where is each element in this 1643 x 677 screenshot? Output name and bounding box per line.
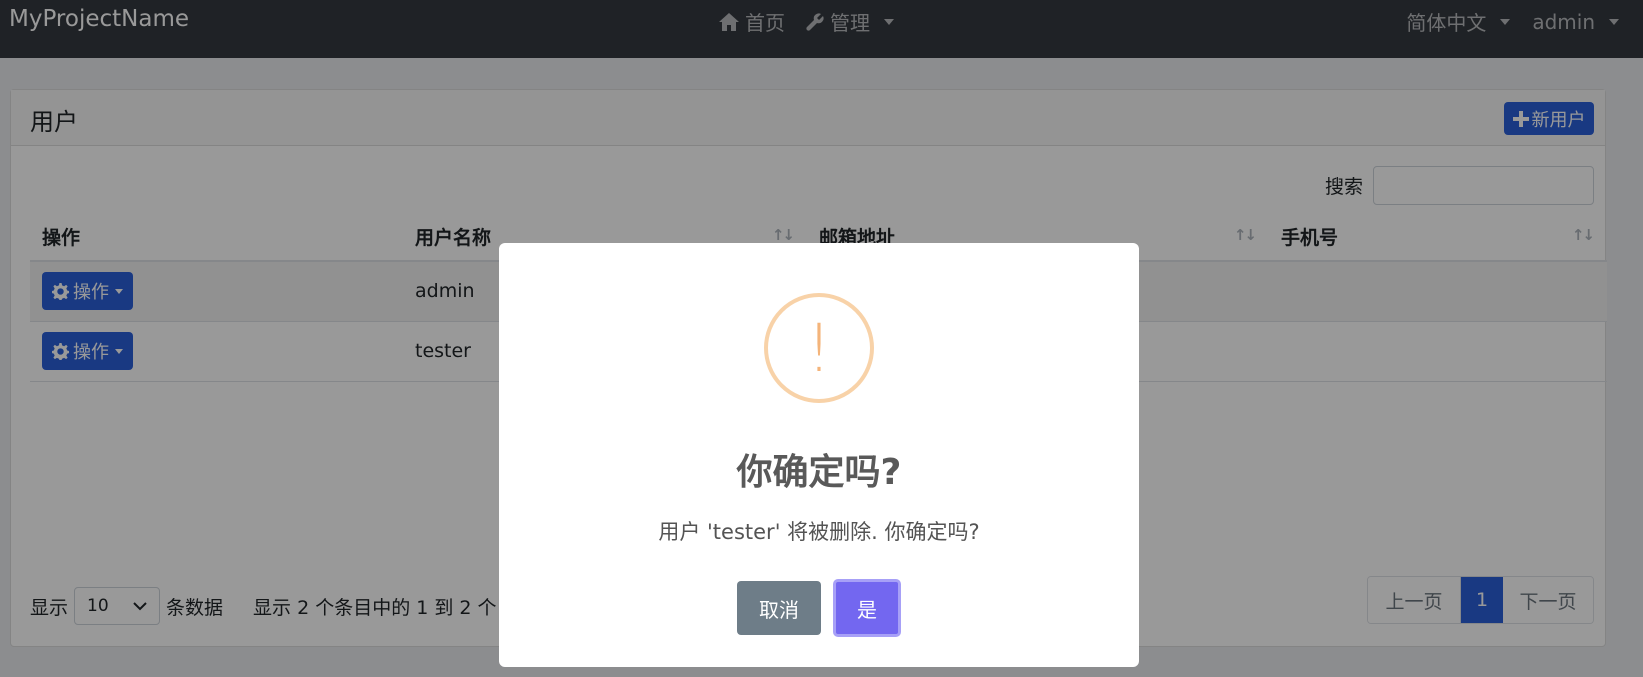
dialog-message: 用户 'tester' 将被删除. 你确定吗? xyxy=(658,520,980,544)
modal-backdrop[interactable]: ! 你确定吗? 用户 'tester' 将被删除. 你确定吗? 取消 是 xyxy=(0,0,1643,677)
dialog-actions: 取消 是 xyxy=(499,579,1139,637)
dialog-title: 你确定吗? xyxy=(736,452,902,493)
warning-icon: ! xyxy=(764,293,874,403)
cancel-button[interactable]: 取消 xyxy=(737,581,821,635)
confirm-dialog: ! 你确定吗? 用户 'tester' 将被删除. 你确定吗? 取消 是 xyxy=(499,243,1139,667)
confirm-button[interactable]: 是 xyxy=(833,579,901,637)
